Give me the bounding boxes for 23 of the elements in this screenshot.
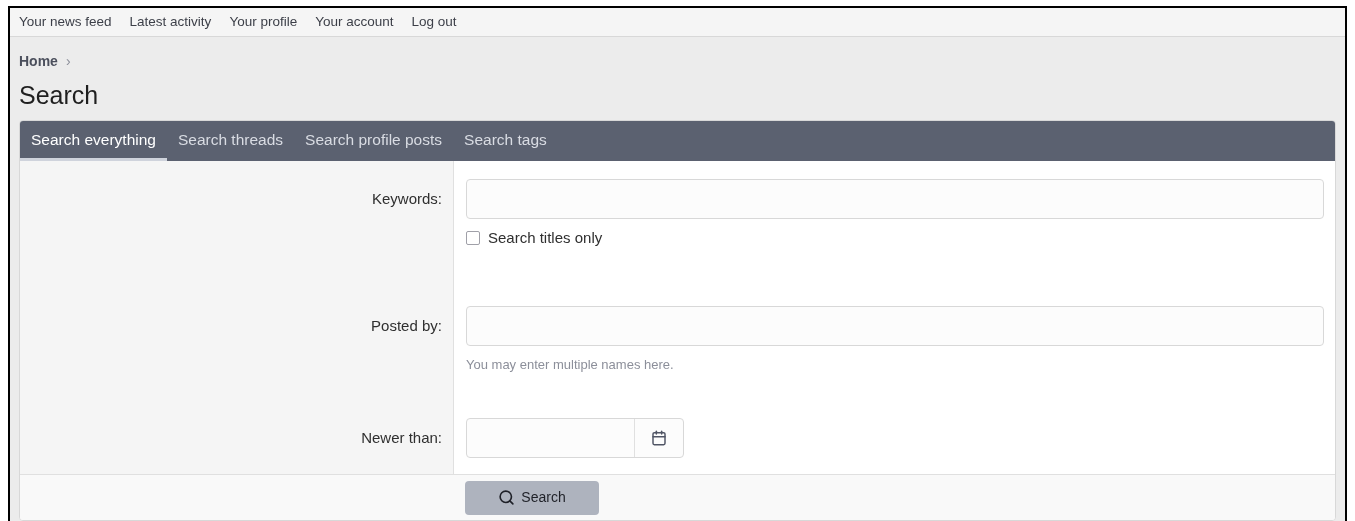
- field-label: Posted by:: [371, 315, 442, 336]
- checkbox[interactable]: [466, 231, 480, 246]
- calendar-icon[interactable]: [651, 430, 667, 446]
- search-button[interactable]: Search: [465, 480, 599, 515]
- field-hint: You may enter multiple names here.: [466, 355, 675, 374]
- nav-link[interactable]: Your profile: [229, 11, 298, 33]
- text-field[interactable]: [466, 305, 1324, 346]
- field-label: Newer than:: [361, 428, 442, 448]
- checkbox-label[interactable]: Search titles only: [488, 227, 603, 250]
- date-field[interactable]: [466, 418, 684, 458]
- tab[interactable]: Search threads: [166, 121, 295, 161]
- tab[interactable]: Search tags: [453, 121, 558, 161]
- breadcrumb-link[interactable]: Home: [19, 51, 58, 72]
- breadcrumb-separator: ›: [65, 52, 71, 71]
- nav-link[interactable]: Latest activity: [129, 11, 212, 33]
- search-icon: [498, 489, 516, 506]
- nav-link[interactable]: Your news feed: [19, 11, 112, 33]
- nav-link[interactable]: Your account: [315, 11, 394, 33]
- page-title: Search: [19, 80, 100, 110]
- tab[interactable]: Search profile posts: [294, 121, 454, 161]
- text-field[interactable]: [466, 179, 1324, 219]
- field-label: Keywords:: [371, 189, 442, 209]
- nav-link[interactable]: Log out: [411, 11, 457, 33]
